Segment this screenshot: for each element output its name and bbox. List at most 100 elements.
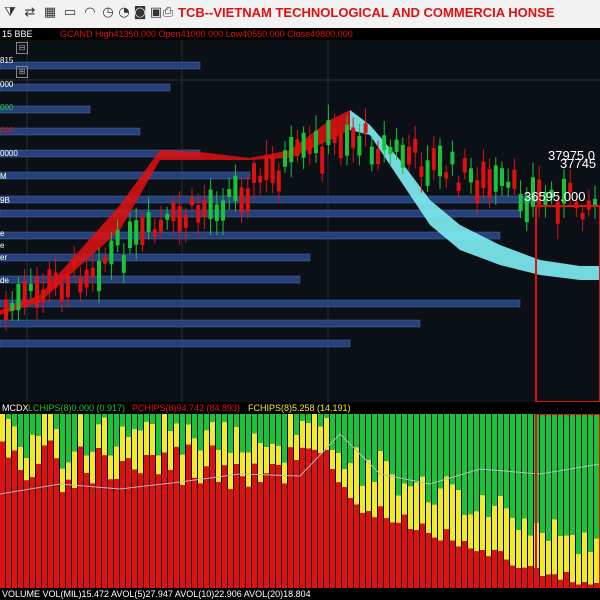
fchips-bar [510, 517, 515, 566]
lchips-bar [228, 414, 233, 453]
lchips-bar [30, 414, 35, 435]
candle-body [165, 213, 170, 220]
left-label-9: er [0, 253, 8, 262]
expand-icon[interactable]: ⊞ [16, 66, 28, 78]
lchips-bar [372, 414, 377, 482]
lchips-bar [402, 414, 407, 484]
volume-profile-bar [0, 253, 311, 262]
screen-icon[interactable]: ▭ [62, 5, 78, 21]
fchips-bar [174, 423, 179, 447]
fchips-bar [372, 481, 377, 518]
candle-body [196, 205, 201, 223]
pchips-bar [420, 523, 425, 588]
fchips-bar [390, 474, 395, 523]
candle-body [78, 278, 83, 293]
lchips-bar [462, 414, 467, 515]
candle-body [326, 120, 331, 146]
candle-body [512, 169, 517, 189]
pchips-bar [186, 444, 191, 588]
mcdx-indicator[interactable] [0, 414, 600, 588]
fchips-bar [78, 414, 83, 447]
candle-body [394, 139, 399, 153]
volume-profile-bar [0, 171, 251, 180]
lchips-bar [210, 414, 215, 422]
fchips-bar [582, 532, 587, 583]
gauge-icon[interactable]: ◔ [116, 5, 132, 21]
print-icon[interactable]: ⎙ [160, 5, 176, 21]
lchips-bar [264, 414, 269, 447]
pchips-bar [102, 455, 107, 588]
fchips-bar [318, 426, 323, 454]
fchips-bar [264, 446, 269, 474]
pchips-bar [162, 452, 167, 588]
pchips-bar [438, 540, 443, 588]
candle-body [332, 128, 337, 144]
left-label-5: M [0, 172, 7, 181]
symbol-label: 15 BBE [2, 29, 33, 39]
lchips-bar [420, 414, 425, 477]
clock-icon[interactable]: ◷ [100, 5, 116, 21]
candle-body [177, 206, 182, 232]
lchips-bar [84, 414, 89, 456]
fchips-bar [240, 452, 245, 477]
fchips-bar [522, 518, 527, 568]
fchips-bar [540, 532, 545, 577]
candle-body [400, 144, 405, 168]
lchips-bar [168, 414, 173, 432]
lchips-bar [546, 414, 551, 541]
fchips-bar [150, 423, 155, 456]
grid-icon[interactable]: ▦ [42, 5, 58, 21]
lchips-bar [246, 414, 251, 453]
filter-icon[interactable]: ⧩ [2, 5, 18, 21]
fchips-bar [408, 486, 413, 530]
lchips-bar [222, 414, 227, 423]
fchips-bar [486, 516, 491, 557]
fchips-bar [18, 446, 23, 470]
pchips-bar [114, 478, 119, 588]
lchips-bar [468, 414, 473, 515]
candle-body [41, 289, 46, 303]
lchips-bar [492, 414, 497, 506]
camera-icon[interactable]: ◙ [132, 5, 148, 21]
pchips-bar [330, 469, 335, 588]
lchips-bar [360, 414, 365, 486]
volume-profile-bar [0, 83, 171, 92]
candle-body [22, 280, 27, 305]
lchips-bar [522, 414, 527, 519]
pchips-bar [270, 464, 275, 588]
fchips-bar [378, 450, 383, 507]
pchips-bar [432, 537, 437, 588]
candle-body [16, 283, 21, 311]
fchips-bar [528, 535, 533, 567]
volume-readout: VOLUME VOL(MIL)15.472 AVOL(5)27.947 AVOL… [2, 589, 311, 599]
candle-body [493, 165, 498, 192]
pchips-bar [294, 460, 299, 588]
candle-body [376, 149, 380, 165]
lchips-bar [432, 414, 437, 505]
collapse-icon[interactable]: ⊟ [16, 42, 28, 54]
fchips-bar [30, 434, 35, 478]
left-label-4: 0000 [0, 149, 18, 158]
candle-body [593, 198, 597, 206]
page-title: TCB--VIETNAM TECHNOLOGICAL AND COMMERCIA… [178, 5, 555, 20]
fchips-bar [324, 418, 329, 451]
candle-body [580, 212, 585, 220]
lchips-bar [150, 414, 155, 424]
candle-body [444, 172, 449, 179]
fchips-bar [558, 535, 563, 580]
lchips-bar [342, 414, 347, 469]
lchips-bar [66, 414, 71, 463]
pchips-bar [456, 546, 461, 588]
pchips-bar [90, 483, 95, 588]
candle-body [462, 157, 467, 173]
candle-body [146, 212, 151, 233]
candle-body [28, 283, 33, 292]
pchips-bar [546, 574, 551, 588]
pchips-bar [192, 477, 197, 588]
volume-profile-bar [0, 231, 501, 240]
wifi-icon[interactable]: ◠ [82, 5, 98, 21]
volume-header: VOLUME VOL(MIL)15.472 AVOL(5)27.947 AVOL… [0, 588, 600, 600]
exchange-icon[interactable]: ⇄ [22, 5, 38, 21]
price-chart[interactable] [0, 40, 600, 402]
lchips-bar [426, 414, 431, 503]
